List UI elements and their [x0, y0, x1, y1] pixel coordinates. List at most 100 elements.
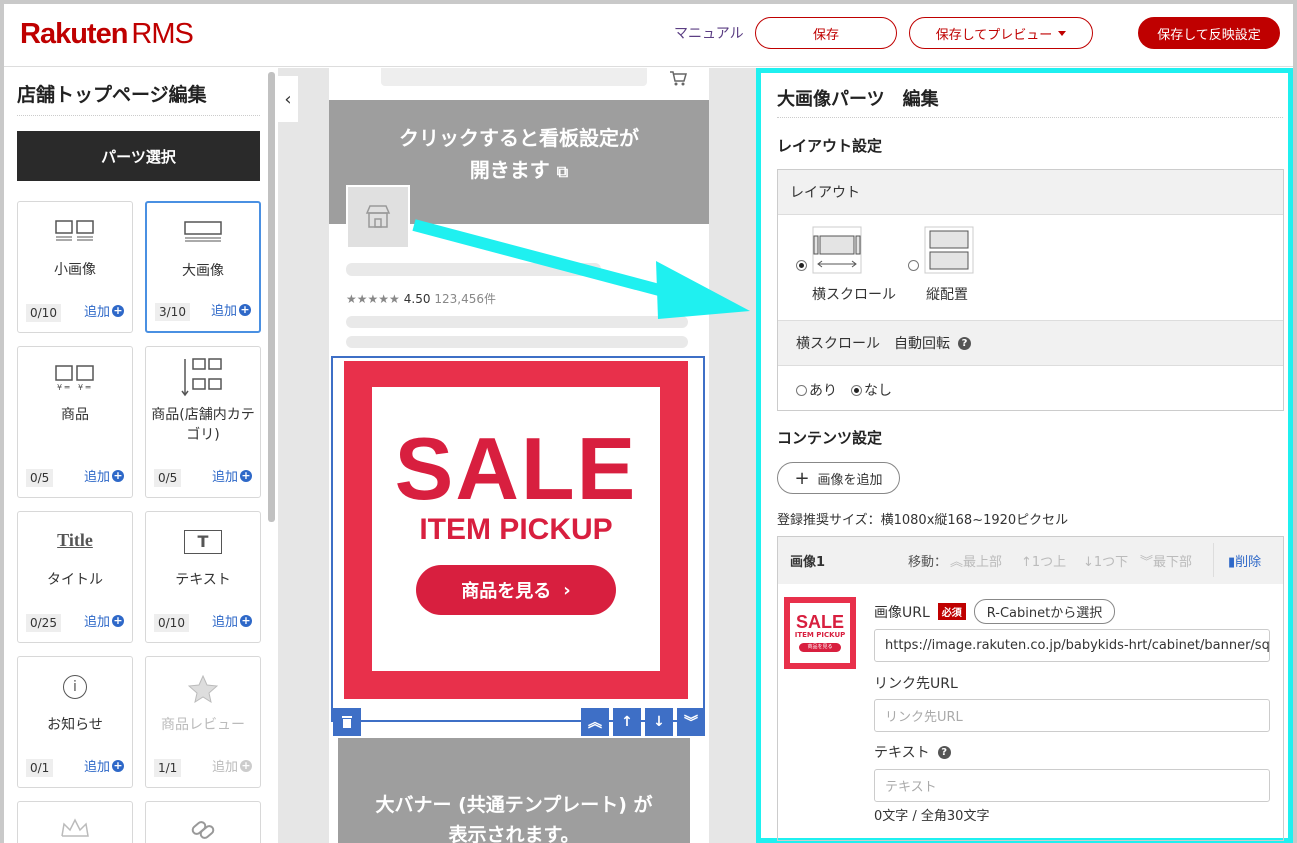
part-card-link[interactable]	[145, 801, 261, 843]
external-link-icon: ⧉	[556, 162, 569, 181]
selected-part-frame	[331, 356, 705, 722]
add-part-button[interactable]: 追加 +	[84, 301, 124, 320]
part-card-small-image[interactable]: 小画像 0/10 追加 +	[17, 201, 133, 333]
plus-circle-icon: +	[112, 758, 124, 772]
parts-select-button[interactable]: パーツ選択	[17, 131, 260, 181]
vertical-layout-icon[interactable]	[924, 226, 974, 278]
move-top-button[interactable]: ︽最上部	[950, 551, 1002, 570]
left-panel-scrollbar[interactable]	[268, 72, 275, 522]
save-button[interactable]: 保存	[755, 17, 897, 49]
star-icon	[146, 675, 260, 705]
image-item-title: 画像1	[790, 555, 826, 570]
part-count: 0/5	[26, 469, 54, 487]
edit-panel-title: 大画像パーツ 編集	[777, 89, 939, 110]
svg-text:¥ ═: ¥ ═	[78, 383, 91, 391]
move-up-button[interactable]: ↑1つ上	[1021, 551, 1066, 570]
plus-circle-icon: +	[112, 468, 124, 482]
recommended-size-text: 登録推奨サイズ：横1080x縦168~1920ピクセル	[777, 513, 1069, 528]
manual-link[interactable]: マニュアル	[674, 23, 744, 43]
plus-icon: +	[794, 467, 810, 489]
layout-radio-vertical[interactable]	[908, 260, 919, 275]
annotation-arrow-icon	[412, 219, 750, 319]
add-part-button[interactable]: 追加 +	[211, 300, 251, 319]
move-down-icon[interactable]: ↓	[645, 708, 673, 736]
part-card-large-image[interactable]: 大画像 3/10 追加 +	[145, 201, 261, 333]
horizontal-scroll-layout-icon[interactable]	[812, 226, 862, 278]
move-bottom-icon[interactable]: ︾	[677, 708, 705, 736]
chevron-left-icon: ‹	[284, 88, 292, 110]
small-image-icon	[18, 220, 132, 250]
divider	[17, 115, 260, 116]
plus-circle-icon: +	[240, 758, 252, 772]
title-icon: Title	[57, 530, 93, 550]
divider	[777, 117, 1283, 118]
shop-icon	[346, 185, 410, 249]
required-badge: 必須	[937, 603, 966, 620]
part-card-category-product[interactable]: 商品(店舗内カテゴリ) 0/5 追加 +	[145, 346, 261, 498]
move-down-button[interactable]: ↓1つ下	[1083, 551, 1128, 570]
text-label: テキスト	[874, 745, 930, 761]
phone-preview: クリックすると看板設定が 開きます ⧉ ★★★★★ 4.50 123,456件 S…	[329, 68, 709, 843]
link-icon	[146, 818, 260, 843]
move-up-icon[interactable]: ↑	[613, 708, 641, 736]
placeholder-bar	[346, 336, 688, 348]
part-card-product[interactable]: ¥ ═ ¥ ═ 商品 0/5 追加 +	[17, 346, 133, 498]
move-top-icon[interactable]: ︽	[581, 708, 609, 736]
char-count: 0文字 / 全角30文字	[874, 809, 990, 824]
trash-icon[interactable]	[333, 708, 361, 736]
divider	[1213, 543, 1214, 577]
part-card-review: 商品レビュー 1/1 追加 +	[145, 656, 261, 788]
rakuten-rms-logo[interactable]: Rakuten RMS	[20, 18, 194, 51]
auto-rotate-yes-radio[interactable]: あり	[796, 380, 837, 400]
add-part-button[interactable]: 追加 +	[84, 756, 124, 775]
left-panel: 店舗トップページ編集 パーツ選択 小画像 0/10 追加 + 大画像 3/10 追…	[4, 68, 278, 843]
image-item-1: 画像1 移動： ︽最上部 ↑1つ上 ↓1つ下 ︾最下部 ▮削除 SALE ITE…	[777, 536, 1284, 841]
plus-circle-icon: +	[239, 302, 251, 316]
part-count: 0/10	[26, 304, 61, 322]
layout-scroll-label: 横スクロール	[812, 287, 896, 303]
layout-radio-scroll[interactable]	[796, 260, 807, 275]
help-icon[interactable]: ?	[937, 745, 951, 759]
text-icon: T	[146, 530, 260, 560]
layout-label-row: レイアウト	[778, 170, 1283, 215]
category-product-icon	[146, 357, 260, 397]
auto-rotate-row: 横スクロール 自動回転?	[778, 320, 1283, 366]
add-part-button[interactable]: 追加 +	[212, 611, 252, 630]
svg-text:¥ ═: ¥ ═	[57, 383, 70, 391]
image-url-input[interactable]: https://image.rakuten.co.jp/babykids-hrt…	[874, 629, 1270, 662]
delete-button[interactable]: ▮削除	[1228, 551, 1261, 570]
part-card-title[interactable]: Title タイトル 0/25 追加 +	[17, 511, 133, 643]
image-url-label: 画像URL	[874, 604, 930, 621]
text-input[interactable]: テキスト	[874, 769, 1270, 802]
plus-circle-icon: +	[112, 613, 124, 627]
part-count: 0/5	[154, 469, 182, 487]
part-card-notice[interactable]: i お知らせ 0/1 追加 +	[17, 656, 133, 788]
left-panel-title: 店舗トップページ編集	[17, 84, 207, 106]
plus-circle-icon: +	[240, 468, 252, 482]
link-url-label: リンク先URL	[874, 676, 958, 692]
add-part-button-disabled: 追加 +	[211, 758, 252, 775]
layout-vertical-label: 縦配置	[926, 287, 968, 303]
move-bottom-button[interactable]: ︾最下部	[1140, 551, 1192, 570]
add-image-button[interactable]: + 画像を追加	[777, 462, 900, 494]
help-icon[interactable]: ?	[958, 336, 971, 350]
info-icon: i	[18, 675, 132, 705]
add-part-button[interactable]: 追加 +	[212, 466, 252, 485]
crown-icon	[18, 818, 132, 843]
add-part-button[interactable]: 追加 +	[84, 466, 124, 485]
part-count: 1/1	[154, 759, 182, 777]
save-apply-button[interactable]: 保存して反映設定	[1138, 17, 1280, 49]
common-template-banner: 大バナー (共通テンプレート) が 表示されます。	[338, 738, 690, 843]
layout-section-heading: レイアウト設定	[777, 137, 883, 155]
collapse-panel-button[interactable]: ‹	[278, 76, 298, 122]
part-card-text[interactable]: T テキスト 0/10 追加 +	[145, 511, 261, 643]
save-preview-button[interactable]: 保存してプレビュー	[909, 17, 1093, 49]
cart-icon	[669, 70, 687, 90]
plus-circle-icon: +	[112, 303, 124, 317]
link-url-input[interactable]: リンク先URL	[874, 699, 1270, 732]
part-card-ranking[interactable]	[17, 801, 133, 843]
auto-rotate-no-radio[interactable]: なし	[851, 380, 892, 400]
add-part-button[interactable]: 追加 +	[84, 611, 124, 630]
image-thumbnail: SALE ITEM PICKUP 商品を見る	[784, 597, 856, 669]
r-cabinet-select-button[interactable]: R-Cabinetから選択	[973, 599, 1116, 624]
